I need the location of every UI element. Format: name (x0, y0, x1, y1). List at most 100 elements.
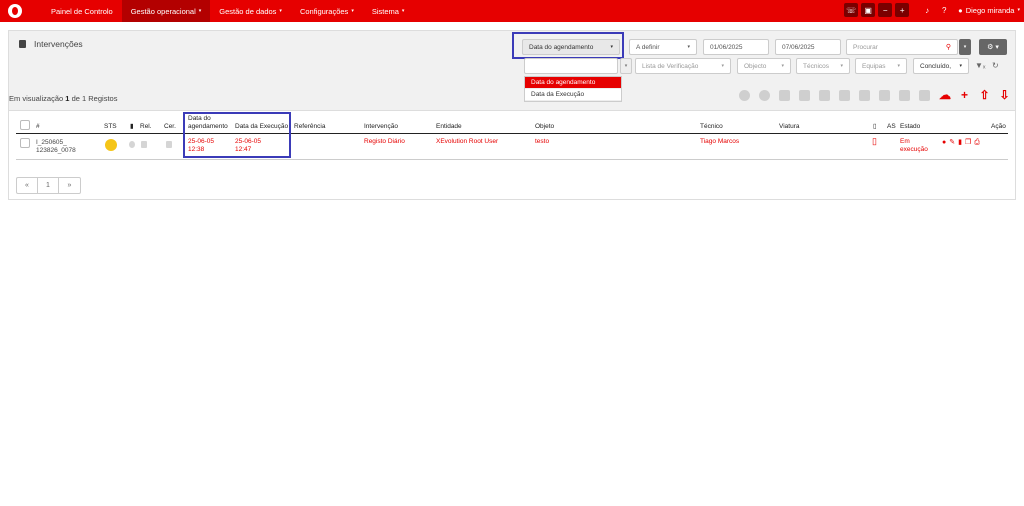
chevron-down-icon: ▾ (1017, 7, 1020, 13)
header-book-icon: ▮ (130, 123, 134, 130)
row-id: I_250605_ 123826_0078 (36, 139, 76, 154)
row-entity[interactable]: XEvolution Root User (436, 138, 498, 146)
pagination-prev[interactable]: « (17, 178, 38, 193)
nav-sistema[interactable]: Sistema ▾ (363, 0, 414, 22)
pagination-next[interactable]: » (59, 178, 80, 193)
pagination: « 1 » (16, 177, 81, 194)
car-icon[interactable] (879, 90, 890, 101)
header-id[interactable]: # (36, 123, 40, 131)
highlight-box (512, 32, 624, 59)
pagination-page[interactable]: 1 (38, 178, 59, 193)
trash-icon[interactable] (919, 90, 930, 101)
clock-icon[interactable] (759, 90, 770, 101)
header-ref[interactable]: Referência (294, 123, 325, 131)
search-options-button[interactable]: ▾ (959, 39, 971, 55)
technicians-filter[interactable]: Técnicos ▾ (796, 58, 850, 74)
header-rel[interactable]: Rel. (140, 123, 152, 131)
filter-caret-button[interactable]: ▾ (620, 58, 632, 74)
header-vehicle[interactable]: Viatura (779, 123, 799, 131)
header-as[interactable]: AS (887, 123, 896, 131)
report-status-icon (129, 141, 135, 148)
nav-gestao-dados[interactable]: Gestão de dados ▾ (210, 0, 291, 22)
settings-button[interactable]: ⚙ ▾ (979, 39, 1007, 55)
table-row[interactable]: I_250605_ 123826_0078 25-06-05 12:38 25-… (16, 134, 1008, 160)
chevron-down-icon: ▾ (781, 63, 784, 69)
row-checkbox[interactable] (20, 138, 30, 148)
chevron-down-icon: ▾ (959, 63, 962, 69)
upload-icon[interactable]: ⇧ (979, 89, 990, 101)
search-icon: ⚲ (945, 44, 951, 51)
object-filter[interactable]: Objecto ▾ (737, 58, 791, 74)
gear-icon: ⚙ ▾ (987, 44, 999, 51)
mail-icon[interactable] (779, 90, 790, 101)
user-menu[interactable]: ● Diego miranda ▾ (958, 6, 1020, 15)
header-technician[interactable]: Técnico (700, 123, 723, 131)
add-icon[interactable]: + (959, 89, 970, 101)
row-state: Em execução (900, 138, 928, 153)
document-icon (19, 40, 26, 48)
search-input[interactable]: Procurar ⚲ (846, 39, 958, 55)
vodafone-logo[interactable] (8, 4, 22, 18)
interventions-table: # STS ▮ Rel. Cer. Data do agendamento Da… (16, 114, 1008, 160)
print-icon[interactable]: ⎙ (974, 139, 980, 147)
user-circle-icon[interactable]: ● (942, 139, 946, 147)
file-icon[interactable] (899, 90, 910, 101)
dropdown-option-schedule[interactable]: Data do agendamento (525, 77, 621, 89)
plus-button[interactable]: + (895, 3, 910, 17)
date-type-dropdown: Data do agendamento Data da Execução (524, 76, 622, 102)
row-object[interactable]: testo (535, 138, 549, 146)
top-right-tools: ☏ ▣ − + ♪ ? ● Diego miranda ▾ (844, 3, 1020, 17)
cloud-add-icon[interactable]: ☁ (939, 89, 951, 101)
worker-icon[interactable] (839, 90, 850, 101)
highlight-box (183, 112, 291, 158)
header-sts[interactable]: STS (104, 123, 117, 131)
row-technician[interactable]: Tiago Marcos (700, 138, 739, 146)
header-intervention[interactable]: Intervenção (364, 123, 398, 131)
checklist-filter[interactable]: Lista de Verificação ▾ (635, 58, 731, 74)
header-action: Ação (991, 123, 1006, 130)
chevron-down-icon: ▾ (351, 8, 354, 14)
nav-painel-controlo[interactable]: Painel de Controlo (42, 0, 122, 22)
mobile-icon[interactable]: ▯ (872, 137, 877, 146)
nav-configuracoes[interactable]: Configurações ▾ (291, 0, 363, 22)
row-actions: ● ✎ ▮ ❐ ⎙ (942, 139, 980, 147)
chevron-down-icon: ▾ (721, 63, 724, 69)
edit-icon[interactable]: ✎ (949, 139, 955, 147)
refresh-icon[interactable]: ↻ (992, 61, 999, 70)
report-file-icon[interactable] (141, 141, 147, 148)
user-icon: ● (958, 5, 963, 15)
chevron-down-icon: ▾ (687, 44, 690, 50)
header-object[interactable]: Objeto (535, 123, 554, 131)
download-icon[interactable]: ⇩ (999, 89, 1010, 101)
certificate-file-icon[interactable] (166, 141, 172, 148)
chevron-down-icon: ▾ (279, 8, 282, 14)
delete-icon[interactable]: ▮ (958, 139, 962, 147)
copy-icon[interactable]: ❐ (965, 139, 971, 147)
row-intervention[interactable]: Registo Diário (364, 138, 405, 146)
teams-filter[interactable]: Equipas ▾ (855, 58, 907, 74)
minus-button[interactable]: − (878, 3, 893, 17)
select-all-checkbox[interactable] (20, 120, 30, 130)
header-cer[interactable]: Cer. (164, 123, 176, 131)
dropdown-search-box[interactable] (524, 58, 618, 74)
header-state[interactable]: Estado (900, 123, 920, 131)
header-entity[interactable]: Entidade (436, 123, 462, 131)
group-icon[interactable] (859, 90, 870, 101)
date-from-input[interactable]: 01/06/2025 (703, 39, 769, 55)
nav-gestao-operacional[interactable]: Gestão operacional ▾ (121, 0, 211, 22)
concluded-filter[interactable]: Concluído, ▾ (913, 58, 969, 74)
cloud-upload-icon[interactable] (739, 90, 750, 101)
status-select[interactable]: A definir ▾ (629, 39, 697, 55)
header-phone-icon: ▯ (873, 123, 877, 130)
bell-icon[interactable]: ♪ (920, 6, 934, 15)
chevron-down-icon: ▾ (198, 8, 202, 14)
chat-icon[interactable]: ☏ (844, 3, 859, 17)
records-count: Em visualização 1 de 1 Registos (9, 94, 118, 103)
help-icon[interactable]: ? (937, 6, 951, 15)
user-badge-icon[interactable] (819, 90, 830, 101)
clear-filter-icon[interactable]: ▼ₓ (975, 61, 986, 70)
dropdown-option-execution[interactable]: Data da Execução (525, 89, 621, 101)
card-icon[interactable]: ▣ (861, 3, 876, 17)
image-icon[interactable] (799, 90, 810, 101)
date-to-input[interactable]: 07/06/2025 (775, 39, 841, 55)
